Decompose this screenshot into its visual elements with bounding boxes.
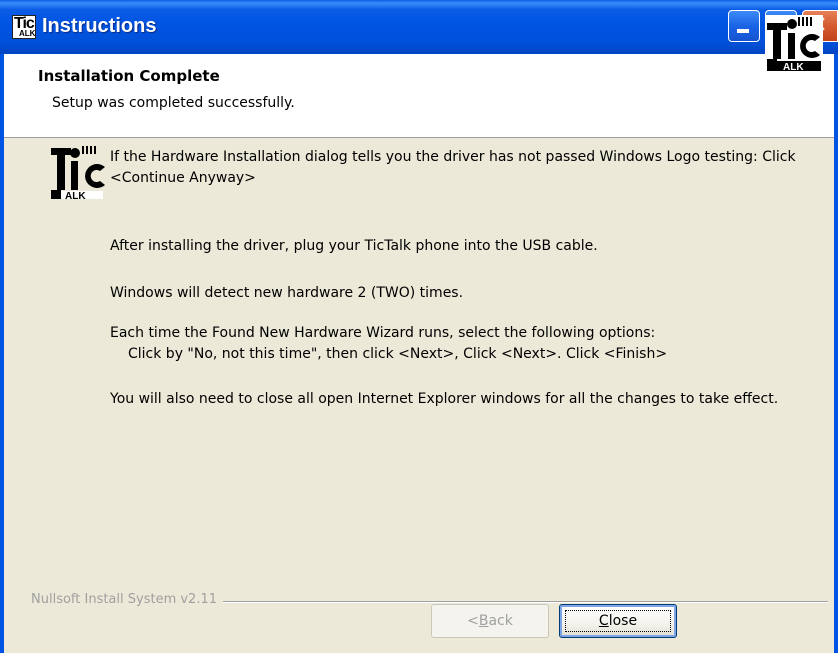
minimize-icon: [737, 29, 749, 33]
back-button-rest: ack: [488, 613, 513, 629]
minimize-button[interactable]: [728, 10, 760, 42]
window-frame-right: [834, 54, 838, 653]
tictalk-logo: ALK: [765, 15, 823, 73]
title-bar[interactable]: TicALK Instructions ✕: [0, 0, 838, 54]
instruction-text-4-detail: Click by "No, not this time", then click…: [128, 346, 668, 362]
svg-text:ALK: ALK: [65, 191, 86, 199]
tictalk-logo-icon[interactable]: Tic ALK: [12, 15, 36, 39]
back-button-prefix: <: [467, 613, 479, 629]
instruction-text-5: You will also need to close all open Int…: [110, 391, 779, 407]
page-subtitle: Setup was completed successfully.: [52, 95, 295, 111]
page-title: Installation Complete: [38, 67, 220, 85]
instruction-text-2: After installing the driver, plug your T…: [110, 238, 598, 254]
installer-branding: Nullsoft Install System v2.11: [31, 592, 224, 607]
instruction-text-4: Each time the Found New Hardware Wizard …: [110, 325, 656, 341]
instruction-text-1: If the Hardware Installation dialog tell…: [110, 149, 796, 186]
svg-text:ALK: ALK: [783, 62, 804, 73]
focus-ring: [565, 610, 671, 632]
back-button[interactable]: < Back: [431, 604, 549, 638]
window-frame-left: [0, 54, 4, 653]
tictalk-logo-small: ALK: [49, 145, 113, 199]
window-title: Instructions: [42, 15, 157, 37]
back-button-accel: B: [478, 613, 489, 629]
header-panel: Installation Complete Setup was complete…: [4, 54, 834, 138]
instruction-text-3: Windows will detect new hardware 2 (TWO)…: [110, 285, 464, 301]
close-button[interactable]: Close: [559, 604, 677, 638]
